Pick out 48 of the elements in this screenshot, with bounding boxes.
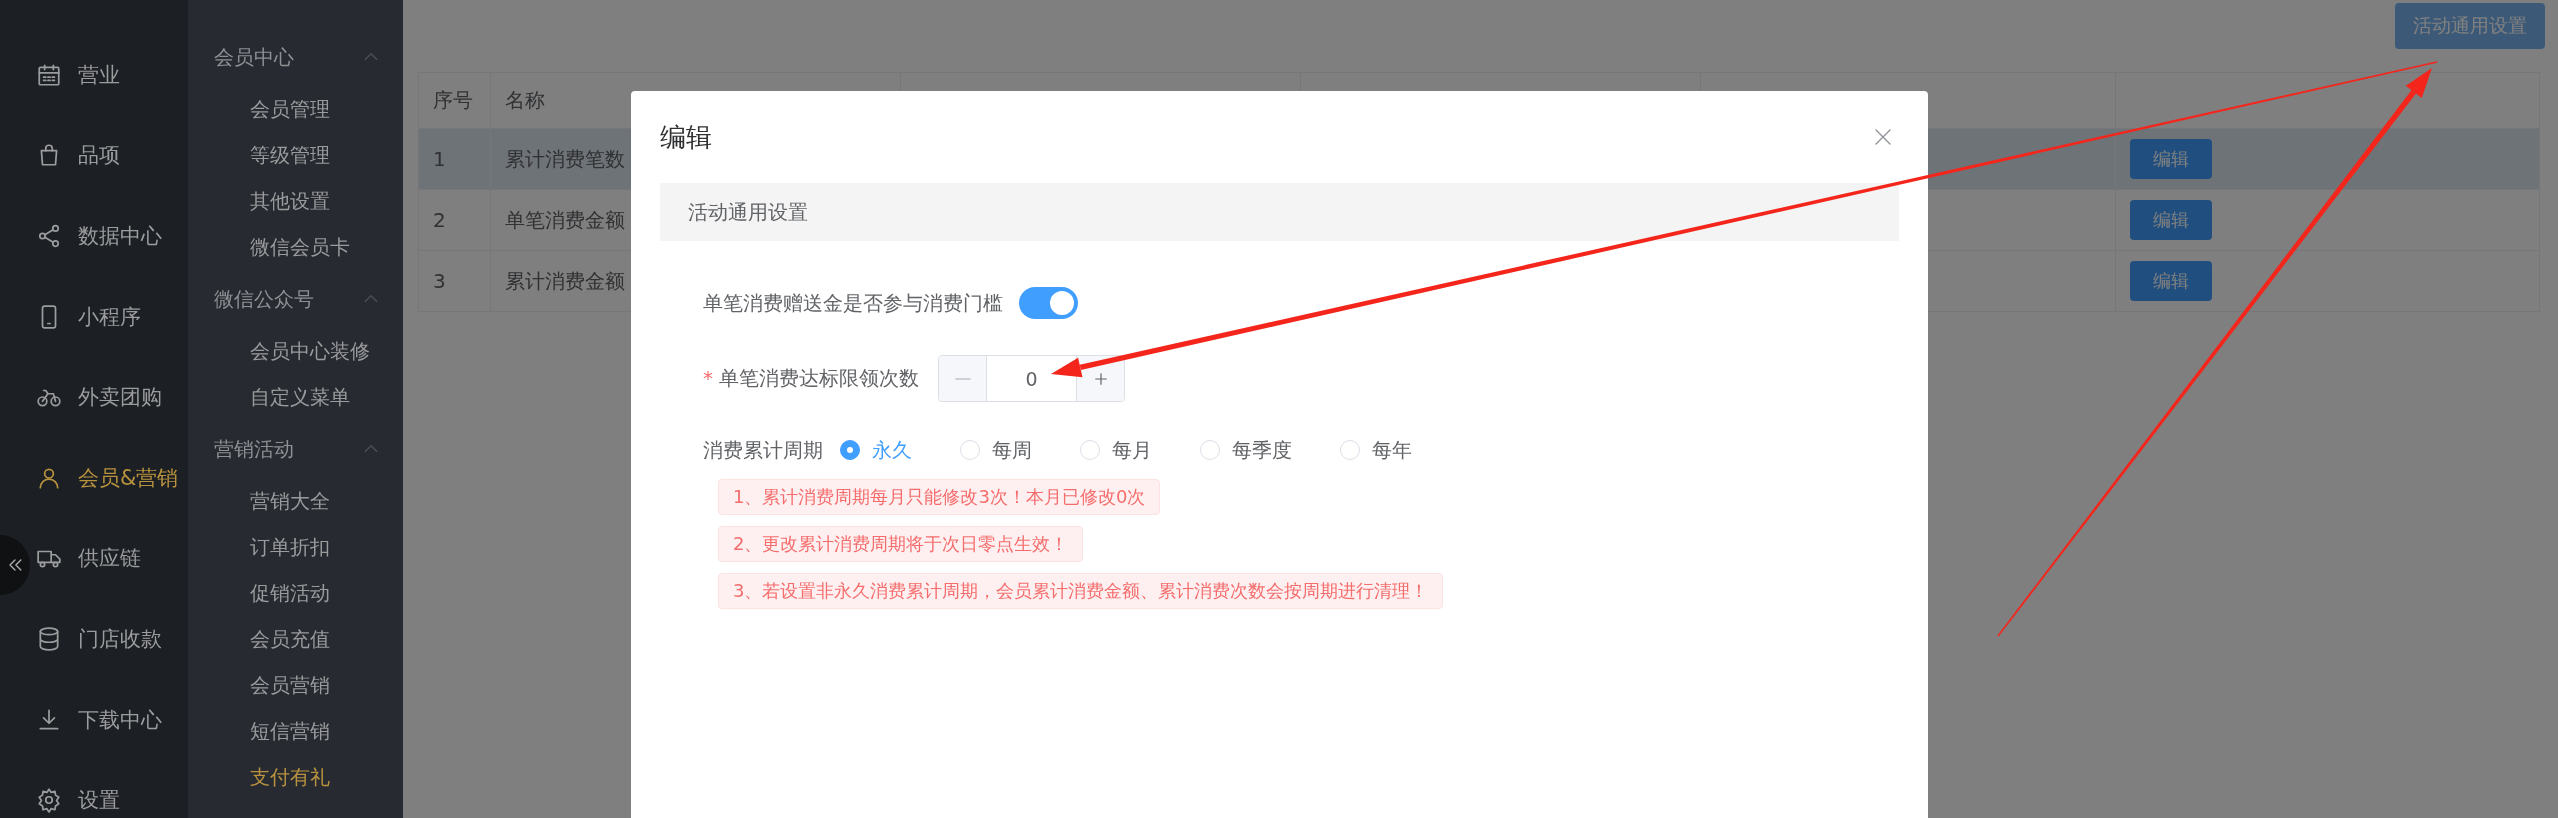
column-header: 序号 <box>418 72 491 129</box>
field-label: * 单笔消费达标限领次数 <box>703 365 919 392</box>
nav-item[interactable]: 数据中心 <box>32 195 188 277</box>
nav-item[interactable]: 下载中心 <box>32 679 188 760</box>
submenu-item[interactable]: 等级管理 <box>188 132 403 178</box>
table-cell: 2 <box>418 189 491 251</box>
submenu-item[interactable]: 会员管理 <box>188 86 403 132</box>
nav-item[interactable]: 营业 <box>32 34 188 116</box>
submenu-item[interactable]: 支付有礼 <box>188 754 403 800</box>
submenu-item[interactable]: 短信营销 <box>188 708 403 754</box>
nav-item[interactable]: 供应链 <box>32 518 188 599</box>
toggle-switch[interactable] <box>1019 287 1078 319</box>
warning-note: 2、更改累计消费周期将于次日零点生效！ <box>718 526 1084 562</box>
gear-icon <box>36 787 62 814</box>
calendar-icon <box>36 61 62 88</box>
number-stepper[interactable]: 0 <box>938 355 1125 402</box>
warning-note: 1、累计消费周期每月只能修改3次！本月已修改0次 <box>718 479 1161 515</box>
field-label: 消费累计周期 <box>703 436 823 464</box>
submenu-header[interactable]: 会员中心 <box>188 28 403 86</box>
table-cell: 1 <box>418 128 491 190</box>
nav-item[interactable]: 小程序 <box>32 276 188 357</box>
radio-option[interactable]: 每周 <box>960 436 1032 464</box>
submenu-item[interactable]: 会员营销 <box>188 662 403 708</box>
nav-item[interactable]: 会员&营销 <box>32 437 188 519</box>
table-cell: 3 <box>418 250 491 312</box>
section-header: 活动通用设置 <box>660 183 1899 241</box>
nav-item[interactable]: 品项 <box>32 115 188 196</box>
nav-item[interactable]: 门店收款 <box>32 598 188 680</box>
submenu-item[interactable]: 促销活动 <box>188 570 403 616</box>
submenu-item[interactable]: 会员充值 <box>188 616 403 662</box>
warning-note: 3、若设置非永久消费累计周期，会员累计消费金额、累计消费次数会按周期进行清理！ <box>718 573 1444 609</box>
submenu-item[interactable]: 自定义菜单 <box>188 374 403 420</box>
submenu-item[interactable]: 其他设置 <box>188 178 403 224</box>
submenu-item[interactable]: 会员中心装修 <box>188 328 403 374</box>
nav-item[interactable]: 设置 <box>32 759 188 818</box>
radio-option[interactable]: 每月 <box>1080 436 1152 464</box>
minus-icon <box>953 377 972 380</box>
submenu-header[interactable]: 微信公众号 <box>188 270 403 328</box>
radio-option[interactable]: 永久 <box>840 436 912 464</box>
submenu-item[interactable]: 订单折扣 <box>188 524 403 570</box>
nav-item[interactable]: 外卖团购 <box>32 356 188 438</box>
submenu-item[interactable]: 微信会员卡 <box>188 224 403 270</box>
submenu-header[interactable]: 营销活动 <box>188 420 403 478</box>
submenu-item[interactable]: 营销大全 <box>188 478 403 524</box>
radio-option[interactable]: 每年 <box>1340 436 1412 464</box>
database-icon <box>36 626 62 653</box>
radio-option[interactable]: 每季度 <box>1200 436 1292 464</box>
share-icon <box>36 223 62 250</box>
